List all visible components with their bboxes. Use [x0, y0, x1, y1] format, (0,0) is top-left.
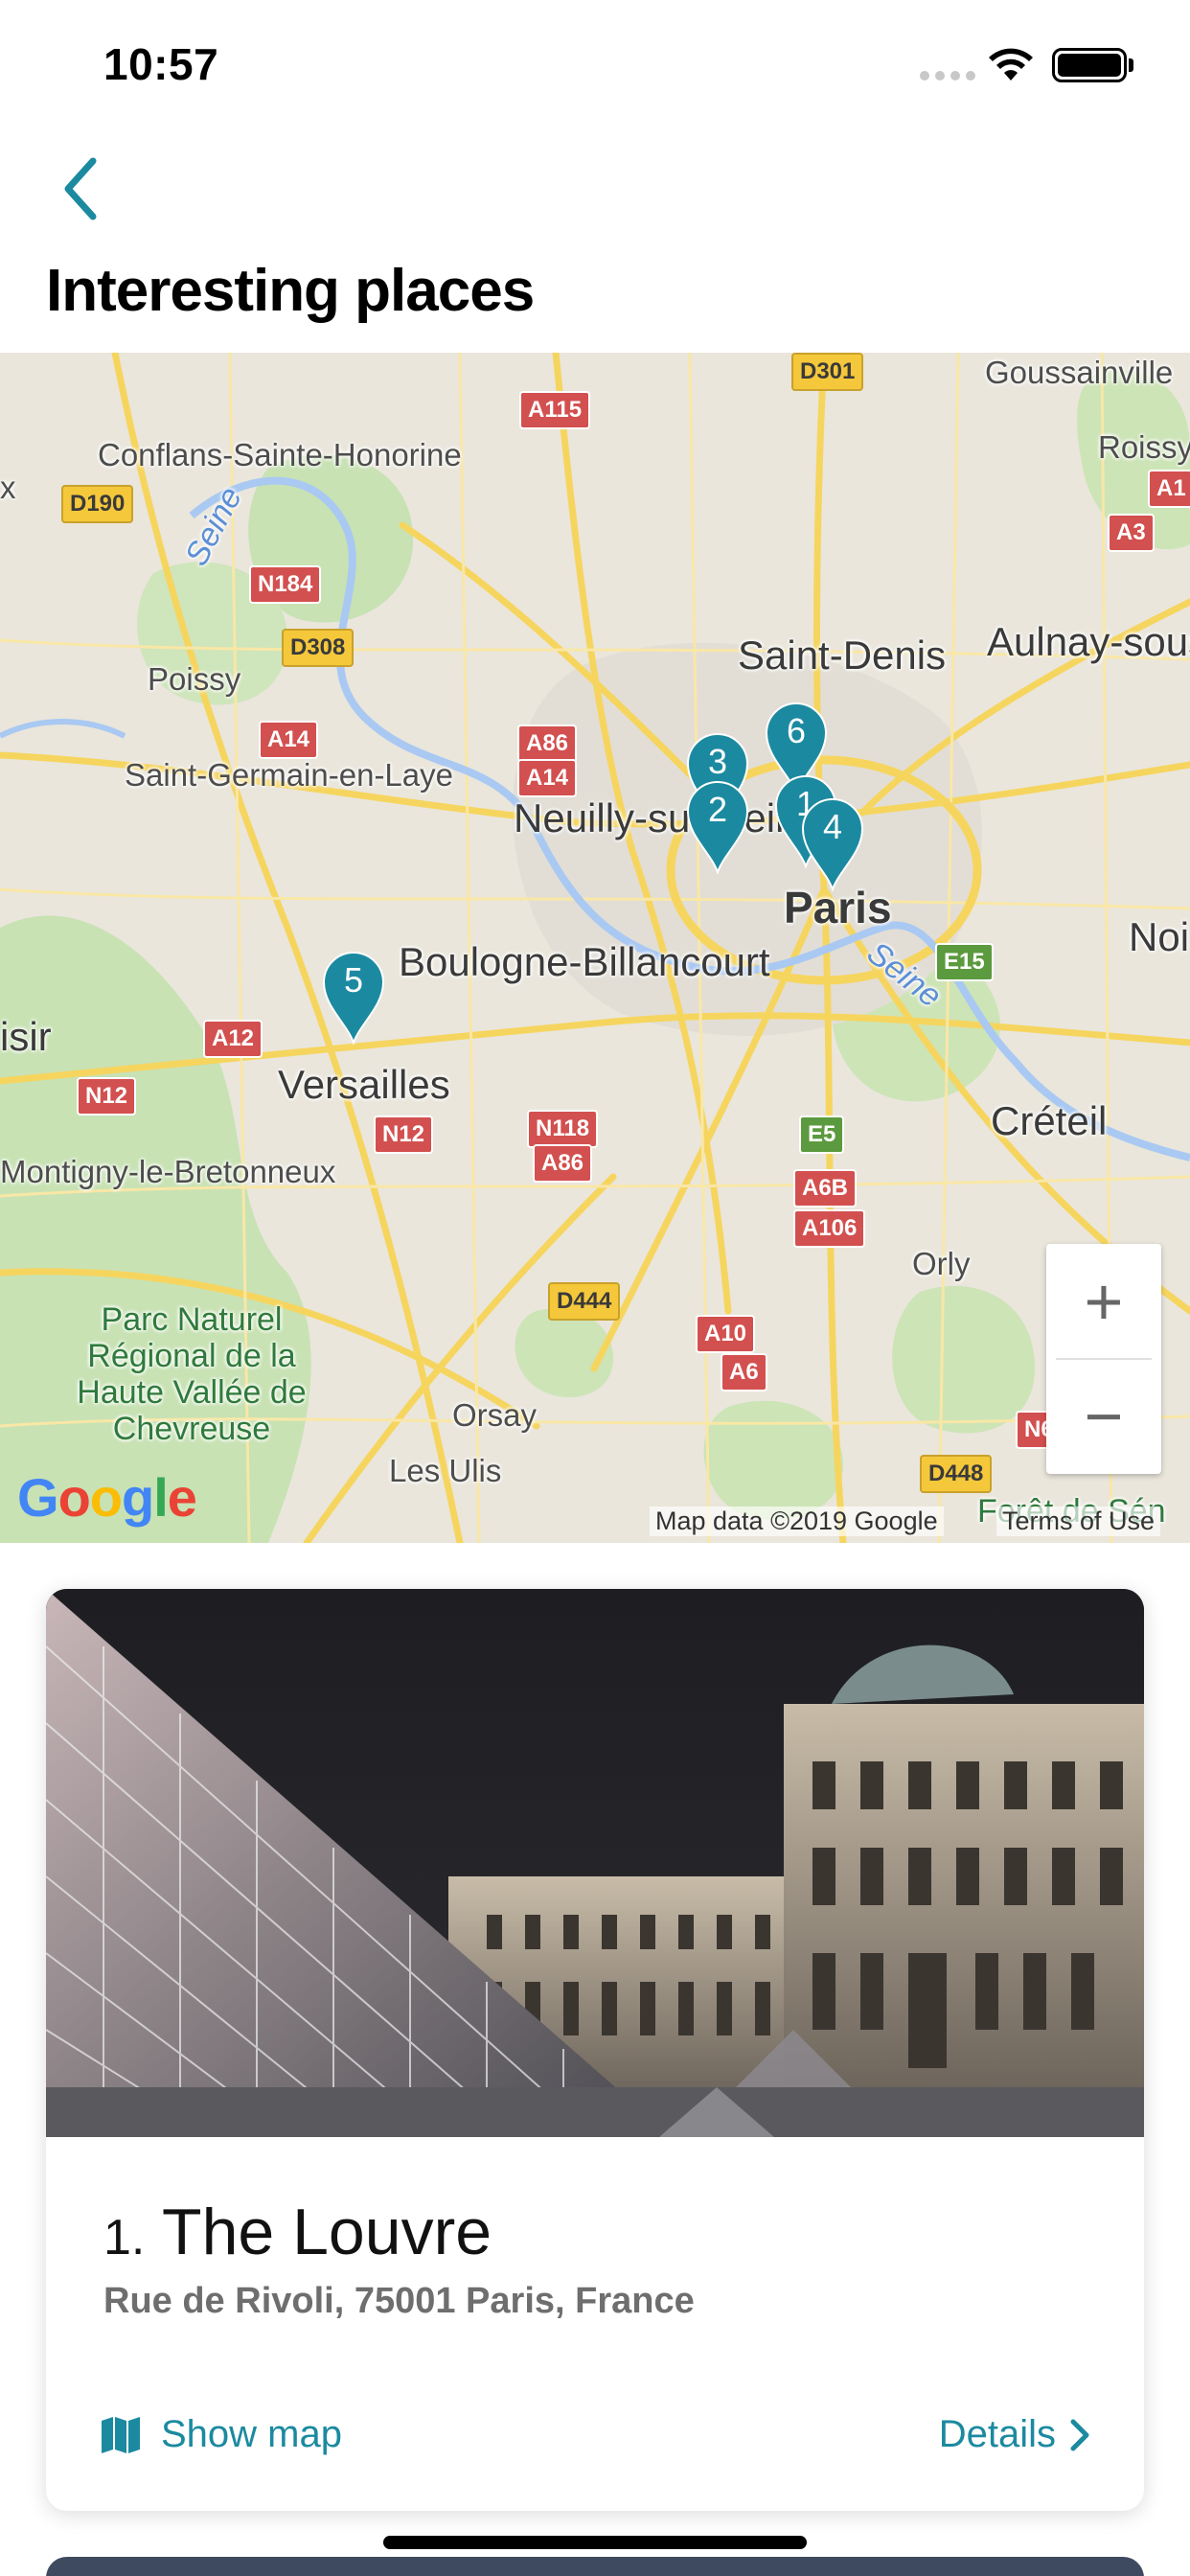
road-shield: E15 [935, 943, 994, 981]
map-label-boulogne: Boulogne-Billancourt [399, 939, 770, 984]
map-marker[interactable]: 4 [801, 797, 864, 891]
home-indicator [383, 2536, 807, 2549]
road-shield: A6B [793, 1169, 858, 1208]
back-button[interactable] [46, 151, 113, 226]
map-label-isir: isir [0, 1014, 52, 1059]
chevron-right-icon [1070, 2419, 1089, 2450]
road-shield: A3 [1108, 514, 1155, 552]
road-shield: D308 [282, 629, 355, 667]
map-attribution: Map data ©2019 Google [650, 1506, 944, 1536]
map-label-orly: Orly [912, 1246, 971, 1281]
road-shield: D190 [61, 485, 134, 523]
map-label-goussainville: Goussainville [985, 355, 1174, 390]
road-shield: N184 [249, 565, 322, 604]
road-shield: A6 [721, 1353, 767, 1392]
place-title: 1. The Louvre [103, 2195, 492, 2269]
map-view[interactable]: Conflans-Sainte-Honorine Poissy Saint-Ge… [0, 353, 1190, 1543]
road-shield: A106 [793, 1209, 866, 1248]
map-label-poissy: Poissy [148, 661, 241, 697]
chevron-left-icon [64, 157, 97, 220]
map-label-noisy: Noi [1129, 914, 1190, 959]
map-icon [102, 2416, 140, 2453]
place-number: 1. [103, 2210, 146, 2266]
place-card[interactable]: 1. The Louvre Rue de Rivoli, 75001 Paris… [46, 1589, 1144, 2511]
road-shield: N12 [77, 1077, 137, 1116]
terms-of-use-link[interactable]: Terms of Use [996, 1506, 1161, 1536]
map-label-montigny: Montigny-le-Bretonneux [0, 1154, 336, 1189]
next-place-card[interactable] [46, 2557, 1144, 2576]
map-label-saint-germain: Saint-Germain-en-Laye [125, 757, 453, 793]
google-logo: Google [17, 1467, 197, 1528]
cellular-signal-icon [920, 71, 975, 80]
road-shield: A86 [533, 1144, 593, 1183]
road-shield: N12 [374, 1116, 434, 1154]
battery-icon [1052, 48, 1127, 82]
map-label-x: x [0, 470, 16, 505]
map-label-creteil: Créteil [991, 1098, 1108, 1143]
map-label-les-ulis: Les Ulis [389, 1453, 502, 1488]
road-shield: E5 [799, 1116, 845, 1154]
details-label: Details [938, 2413, 1056, 2455]
road-shield: A10 [696, 1315, 756, 1353]
map-label-roissy: Roissy-en [1098, 429, 1190, 465]
road-shield: D444 [548, 1282, 621, 1321]
road-shield: D448 [920, 1455, 993, 1493]
road-shield: A86 [517, 724, 578, 763]
map-marker[interactable]: 5 [322, 951, 385, 1045]
zoom-out-button[interactable]: − [1046, 1359, 1161, 1474]
road-shield: A1 [1148, 470, 1190, 508]
zoom-controls: + − [1046, 1244, 1161, 1474]
map-label-aulnay: Aulnay-sous [987, 619, 1190, 664]
map-label-orsay: Orsay [452, 1397, 538, 1433]
road-shield: N118 [527, 1110, 599, 1148]
place-name: The Louvre [162, 2196, 492, 2268]
wifi-icon [989, 48, 1033, 80]
map-label-conflans: Conflans-Sainte-Honorine [98, 437, 462, 472]
show-map-label: Show map [161, 2413, 342, 2455]
map-label-saint-denis: Saint-Denis [738, 632, 947, 678]
road-shield: A14 [517, 759, 578, 797]
road-shield: D301 [791, 353, 864, 391]
map-label-versailles: Versailles [278, 1062, 450, 1107]
zoom-in-button[interactable]: + [1046, 1244, 1161, 1359]
show-map-button[interactable]: Show map [100, 2413, 342, 2456]
road-shield: A12 [203, 1020, 263, 1058]
place-address: Rue de Rivoli, 75001 Paris, France [103, 2281, 695, 2321]
map-marker[interactable]: 2 [686, 780, 749, 874]
road-shield: A14 [259, 721, 319, 759]
status-bar: 10:57 [0, 0, 1190, 126]
details-button[interactable]: Details [939, 2413, 1090, 2456]
status-time: 10:57 [103, 39, 219, 89]
map-label-parc-naturel: Parc Naturel Régional de la Haute Vallée… [77, 1301, 307, 1447]
page-title: Interesting places [46, 258, 535, 324]
place-photo [46, 1589, 1144, 2137]
road-shield: A115 [519, 391, 591, 429]
